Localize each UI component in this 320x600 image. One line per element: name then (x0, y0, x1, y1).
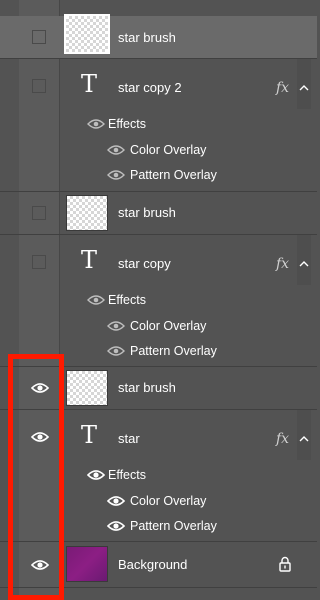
layer-name: Background (118, 557, 188, 572)
layer-name: star (118, 431, 140, 446)
effect-label: Pattern Overlay (130, 519, 217, 533)
fx-icon[interactable]: fx (276, 80, 289, 96)
eye-icon[interactable] (87, 469, 105, 481)
eye-icon[interactable] (87, 118, 105, 130)
eye-icon[interactable] (107, 495, 125, 507)
text-layer-icon: T (80, 246, 97, 274)
layer-name: star brush (118, 380, 176, 395)
effect-label: Pattern Overlay (130, 168, 217, 182)
layer-row-star-copy-2[interactable]: T star copy 2 fx (0, 59, 317, 109)
effects-row[interactable]: Effects (0, 287, 317, 313)
layer-row-star-brush-2[interactable]: star brush (0, 192, 317, 235)
layer-thumbnail (66, 195, 108, 231)
text-layer-icon: T (80, 421, 97, 449)
effect-label: Color Overlay (130, 319, 207, 333)
chevron-up-icon[interactable] (298, 433, 310, 445)
visibility-toggle-off[interactable] (32, 255, 46, 269)
layer-name: star brush (118, 30, 176, 45)
eye-icon[interactable] (107, 169, 125, 181)
visibility-toggle-off[interactable] (32, 206, 46, 220)
layer-row-star-brush-1[interactable]: star brush (0, 14, 317, 59)
eye-icon[interactable] (107, 345, 125, 357)
chevron-up-icon[interactable] (298, 258, 310, 270)
chevron-up-icon[interactable] (298, 82, 310, 94)
eye-icon[interactable] (107, 520, 125, 532)
layer-thumbnail (64, 14, 110, 54)
background-thumbnail (66, 546, 108, 582)
layer-name: star brush (118, 205, 176, 220)
effect-row-pattern-overlay[interactable]: Pattern Overlay (0, 163, 317, 192)
layer-name: star copy 2 (118, 80, 182, 95)
layer-thumbnail (66, 370, 108, 406)
effect-row-color-overlay[interactable]: Color Overlay (0, 313, 317, 339)
effects-label: Effects (108, 468, 146, 482)
eye-icon[interactable] (87, 294, 105, 306)
eye-icon[interactable] (107, 320, 125, 332)
visibility-toggle-off[interactable] (32, 30, 46, 44)
eye-icon[interactable] (107, 144, 125, 156)
text-layer-icon: T (80, 70, 97, 98)
layers-panel: star brush T star copy 2 fx Effects Colo… (0, 0, 317, 600)
layer-name: star copy (118, 256, 171, 271)
fx-icon[interactable]: fx (276, 431, 289, 447)
effect-label: Color Overlay (130, 143, 207, 157)
effect-label: Pattern Overlay (130, 344, 217, 358)
effect-row-color-overlay[interactable]: Color Overlay (0, 137, 317, 163)
layer-row-star-copy[interactable]: T star copy fx (0, 235, 317, 285)
effects-row[interactable]: Effects (0, 111, 317, 137)
visibility-highlight-box (8, 354, 64, 600)
effects-label: Effects (108, 117, 146, 131)
effects-label: Effects (108, 293, 146, 307)
lock-icon[interactable] (278, 556, 292, 572)
effect-label: Color Overlay (130, 494, 207, 508)
fx-icon[interactable]: fx (276, 256, 289, 272)
visibility-toggle-off[interactable] (32, 79, 46, 93)
